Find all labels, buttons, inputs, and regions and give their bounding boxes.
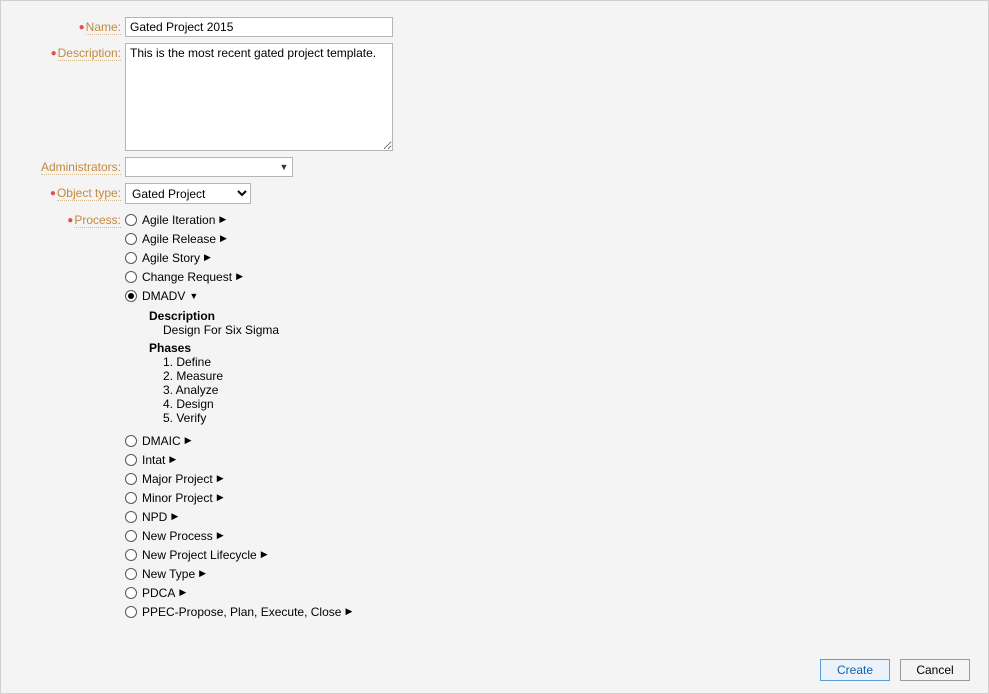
row-description: ●Description:: [17, 43, 972, 151]
process-item: New Process ▶: [125, 526, 352, 545]
process-item: Major Project ▶: [125, 469, 352, 488]
process-label[interactable]: Agile Iteration: [142, 213, 215, 227]
process-item: NPD ▶: [125, 507, 352, 526]
process-item: New Type ▶: [125, 564, 352, 583]
triangle-right-icon[interactable]: ▶: [169, 454, 176, 465]
triangle-right-icon[interactable]: ▶: [345, 606, 352, 617]
label-description: Description:: [58, 46, 121, 61]
phase-list: 1. Define2. Measure3. Analyze4. Design5.…: [163, 355, 352, 425]
process-item: DMAIC ▶: [125, 431, 352, 450]
row-object-type: ●Object type: Gated Project: [17, 183, 972, 204]
process-item: Agile Story ▶: [125, 248, 352, 267]
description-textarea[interactable]: [125, 43, 393, 151]
label-cell-name: ●Name:: [17, 17, 125, 34]
process-radio[interactable]: [125, 252, 137, 264]
process-item: Intat ▶: [125, 450, 352, 469]
button-bar: Create Cancel: [820, 659, 970, 681]
process-radio[interactable]: [125, 454, 137, 466]
process-radio[interactable]: [125, 549, 137, 561]
process-radio[interactable]: [125, 290, 137, 302]
triangle-right-icon[interactable]: ▶: [199, 568, 206, 579]
cancel-button[interactable]: Cancel: [900, 659, 970, 681]
process-radio[interactable]: [125, 473, 137, 485]
process-item: PPEC-Propose, Plan, Execute, Close ▶: [125, 602, 352, 621]
process-radio[interactable]: [125, 435, 137, 447]
process-label[interactable]: New Process: [142, 529, 213, 543]
row-process: ●Process: Agile Iteration▶Agile Release▶…: [17, 210, 972, 621]
process-label[interactable]: Minor Project: [142, 491, 213, 505]
process-details: DescriptionDesign For Six Sigma Phases1. …: [149, 309, 352, 425]
phase-item: 2. Measure: [163, 369, 352, 383]
create-button[interactable]: Create: [820, 659, 890, 681]
label-cell-process: ●Process:: [17, 210, 125, 227]
required-dot-icon: ●: [51, 48, 57, 59]
name-input[interactable]: [125, 17, 393, 37]
label-process: Process:: [74, 213, 121, 228]
phase-item: 3. Analyze: [163, 383, 352, 397]
process-item: DMADV ▼: [125, 286, 352, 305]
process-radio[interactable]: [125, 568, 137, 580]
row-name: ●Name:: [17, 17, 972, 37]
process-label[interactable]: Major Project: [142, 472, 213, 486]
process-item: PDCA ▶: [125, 583, 352, 602]
process-item: Agile Release ▶: [125, 229, 352, 248]
administrators-combo[interactable]: ▼: [125, 157, 293, 177]
label-cell-administrators: Administrators:: [17, 157, 125, 174]
process-radio[interactable]: [125, 511, 137, 523]
triangle-right-icon[interactable]: ▶: [171, 511, 178, 522]
process-label[interactable]: New Type: [142, 567, 195, 581]
process-label[interactable]: New Project Lifecycle: [142, 548, 257, 562]
process-label[interactable]: Change Request: [142, 270, 232, 284]
process-radio[interactable]: [125, 530, 137, 542]
process-item: New Project Lifecycle ▶: [125, 545, 352, 564]
object-type-select[interactable]: Gated Project: [125, 183, 251, 204]
process-list: Agile Iteration▶Agile Release▶Agile Stor…: [125, 210, 352, 621]
label-cell-description: ●Description:: [17, 43, 125, 60]
description-text: Design For Six Sigma: [163, 323, 352, 337]
process-label[interactable]: Intat: [142, 453, 165, 467]
triangle-right-icon[interactable]: ▶: [219, 214, 226, 225]
triangle-right-icon[interactable]: ▶: [179, 587, 186, 598]
process-radio[interactable]: [125, 606, 137, 618]
process-label[interactable]: PPEC-Propose, Plan, Execute, Close: [142, 605, 341, 619]
chevron-down-icon: ▼: [276, 162, 292, 172]
process-radio[interactable]: [125, 233, 137, 245]
triangle-right-icon[interactable]: ▶: [204, 252, 211, 263]
required-dot-icon: ●: [50, 188, 56, 199]
phase-item: 5. Verify: [163, 411, 352, 425]
phase-item: 4. Design: [163, 397, 352, 411]
triangle-right-icon[interactable]: ▶: [236, 271, 243, 282]
description-heading: Description: [149, 309, 352, 323]
process-label[interactable]: DMAIC: [142, 434, 181, 448]
process-item: Change Request ▶: [125, 267, 352, 286]
process-item: Minor Project ▶: [125, 488, 352, 507]
triangle-right-icon[interactable]: ▶: [185, 435, 192, 446]
phase-item: 1. Define: [163, 355, 352, 369]
process-radio[interactable]: [125, 271, 137, 283]
label-cell-object-type: ●Object type:: [17, 183, 125, 200]
required-dot-icon: ●: [67, 215, 73, 226]
process-radio[interactable]: [125, 587, 137, 599]
process-label[interactable]: PDCA: [142, 586, 175, 600]
label-administrators: Administrators:: [41, 160, 121, 175]
label-object-type: Object type:: [57, 186, 121, 201]
process-label[interactable]: DMADV: [142, 289, 185, 303]
triangle-right-icon[interactable]: ▶: [261, 549, 268, 560]
triangle-right-icon[interactable]: ▶: [217, 473, 224, 484]
process-label[interactable]: NPD: [142, 510, 167, 524]
process-label[interactable]: Agile Story: [142, 251, 200, 265]
row-administrators: Administrators: ▼: [17, 157, 972, 177]
dialog-panel: ●Name: ●Description: Administrators: ▼ ●…: [0, 0, 989, 694]
triangle-down-icon[interactable]: ▼: [189, 291, 198, 301]
process-radio[interactable]: [125, 214, 137, 226]
process-radio[interactable]: [125, 492, 137, 504]
triangle-right-icon[interactable]: ▶: [217, 530, 224, 541]
required-dot-icon: ●: [79, 22, 85, 33]
phases-heading: Phases: [149, 341, 352, 355]
process-label[interactable]: Agile Release: [142, 232, 216, 246]
triangle-right-icon[interactable]: ▶: [217, 492, 224, 503]
process-item: Agile Iteration ▶: [125, 210, 352, 229]
label-name: Name:: [86, 20, 121, 35]
triangle-right-icon[interactable]: ▶: [220, 233, 227, 244]
